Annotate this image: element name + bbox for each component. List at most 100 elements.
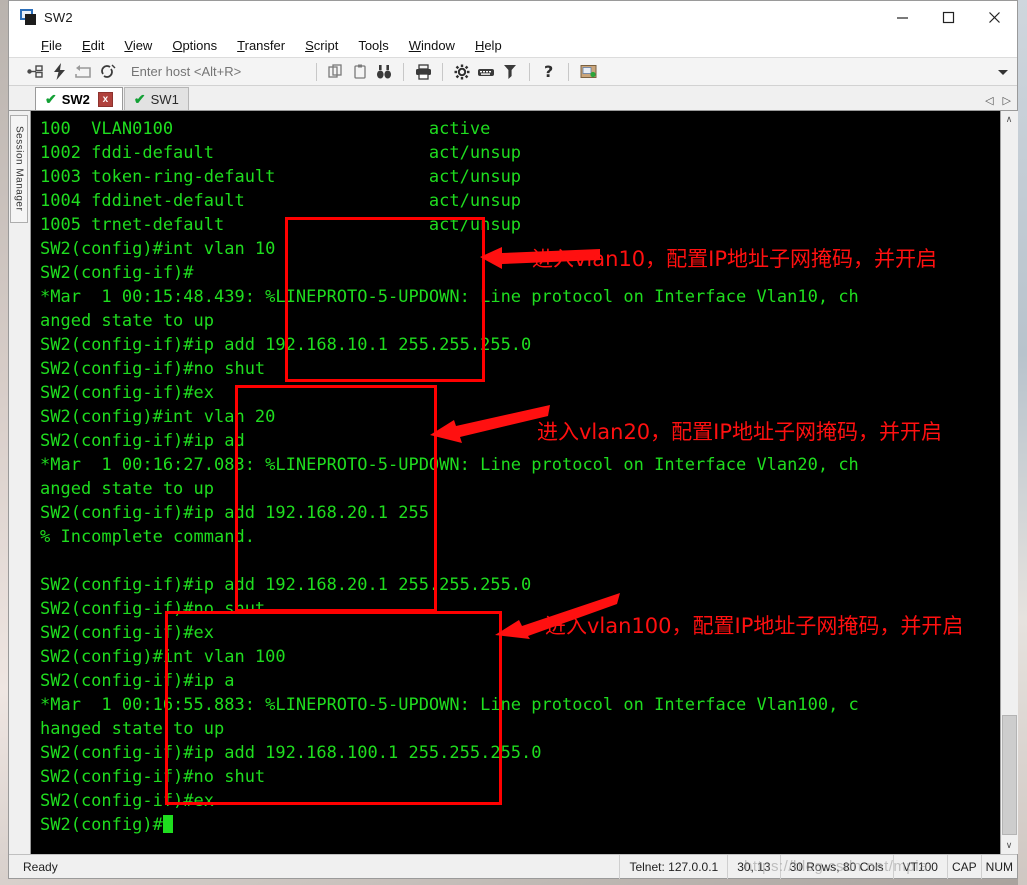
menu-item-help[interactable]: Help: [465, 36, 512, 55]
maximize-icon[interactable]: [925, 1, 971, 34]
menu-item-options-rest: ptions: [182, 38, 218, 53]
session-manager-tab[interactable]: Session Manager: [9, 111, 31, 854]
terminal-line: 1004 fddinet-default act/unsup: [40, 191, 522, 211]
tab-nav-prev-icon[interactable]: ◁: [985, 94, 993, 107]
menu-item-tools-rest: s: [382, 38, 389, 53]
terminal-line: SW2(config)#int vlan 20: [40, 407, 276, 427]
status-screen-size: 30 Rows, 80 Cols: [781, 854, 894, 879]
terminal-line: SW2(config-if)#ip ad: [40, 431, 245, 451]
status-caps-lock: CAP: [948, 854, 982, 879]
toolbar-overflow-chevron[interactable]: [997, 58, 1009, 86]
status-connection: Telnet: 127.0.0.1: [619, 854, 729, 879]
terminal-line: *Mar 1 00:16:27.083: %LINEPROTO-5-UPDOWN…: [40, 455, 859, 475]
terminal-scrollbar[interactable]: ∧ ∨: [1000, 111, 1018, 854]
tab-strip: ✔ SW2 x ✔ SW1 ◁ ▷: [9, 86, 1017, 111]
terminal-line: *Mar 1 00:16:55.883: %LINEPROTO-5-UPDOWN…: [40, 695, 859, 715]
host-input[interactable]: [129, 63, 309, 80]
terminal-line: 100 VLAN0100 active: [40, 119, 491, 139]
menu-item-edit[interactable]: Edit: [72, 36, 114, 55]
terminal-line: SW2(config-if)#ex: [40, 791, 214, 811]
session-options-icon[interactable]: [450, 61, 474, 83]
terminal-line: SW2(config-if)#ex: [40, 623, 214, 643]
menu-item-window-rest: indow: [420, 38, 455, 53]
help-icon[interactable]: ?: [537, 61, 561, 83]
disconnect-icon[interactable]: [95, 61, 119, 83]
menu-item-edit-rest: dit: [90, 38, 105, 53]
terminal-line: SW2(config-if)#ip add 192.168.10.1 255.2…: [40, 335, 532, 355]
find-icon[interactable]: [372, 61, 396, 83]
menu-item-file[interactable]: File: [31, 36, 72, 55]
paste-icon[interactable]: [348, 61, 372, 83]
toolbar-separator-4: [529, 62, 530, 81]
tab-connected-icon: ✔: [45, 90, 57, 107]
session-manager-label: Session Manager: [13, 126, 25, 212]
print-icon[interactable]: [411, 61, 435, 83]
scrollbar-track[interactable]: [1000, 128, 1018, 837]
tab-sw2-label: SW2: [61, 91, 90, 107]
status-emulation: VT100: [894, 854, 948, 879]
close-icon[interactable]: [971, 1, 1017, 34]
terminal-line: SW2(config-if)#ip add 192.168.100.1 255.…: [40, 743, 542, 763]
menu-item-options[interactable]: Options: [162, 36, 227, 55]
toolbar-separator-3: [442, 62, 443, 81]
securecrt-app-icon: [20, 9, 36, 25]
terminal-line: SW2(config-if)#no shut: [40, 767, 266, 787]
scrollbar-thumb[interactable]: [1001, 715, 1017, 835]
status-ready: Ready: [23, 859, 58, 874]
tab-close-icon[interactable]: x: [97, 91, 113, 107]
menu-item-transfer-rest: ransfer: [244, 38, 286, 53]
terminal-cursor: [162, 815, 173, 833]
tab-sw1[interactable]: ✔ SW1: [123, 87, 189, 110]
transfer-window-icon[interactable]: [576, 61, 600, 83]
terminal-line: SW2(config)#: [40, 813, 1000, 837]
terminal-line: SW2(config-if)#ip add 192.168.20.1 255: [40, 503, 429, 523]
tab-sw2[interactable]: ✔ SW2 x: [35, 87, 123, 110]
menu-item-help-rest: elp: [484, 38, 502, 53]
copy-icon[interactable]: [324, 61, 348, 83]
terminal-line: anged state to up: [40, 479, 214, 499]
terminal-line: SW2(config)#int vlan 100: [40, 647, 286, 667]
terminal-area: Session Manager 100 VLAN0100 active 1002 …: [9, 111, 1018, 854]
menu-item-script[interactable]: Script: [295, 36, 348, 55]
tab-connected-icon: ✔: [133, 90, 146, 107]
menu-item-view[interactable]: View: [114, 36, 162, 55]
menu-item-view-rest: iew: [132, 38, 153, 53]
terminal-line: 1003 token-ring-default act/unsup: [40, 167, 522, 187]
terminal-line: SW2(config-if)#no shut: [40, 359, 266, 379]
title-bar: SW2: [9, 1, 1017, 34]
svg-text:?: ?: [544, 63, 553, 80]
terminal-line: SW2(config-if)#no shut: [40, 599, 266, 619]
toolbar-separator-1: [316, 62, 317, 81]
terminal-line: SW2(config)#int vlan 10: [40, 239, 276, 259]
minimize-icon[interactable]: [879, 1, 925, 34]
tab-nav-next-icon[interactable]: ▷: [1003, 94, 1011, 107]
terminal-line: SW2(config-if)#: [40, 263, 194, 283]
quick-connect-icon[interactable]: [47, 61, 71, 83]
menu-item-transfer[interactable]: Transfer: [227, 36, 295, 55]
window-controls: [879, 1, 1017, 34]
menu-item-window[interactable]: Window: [399, 36, 465, 55]
keymap-editor-icon[interactable]: [474, 61, 498, 83]
status-cursor-position: 30, 13: [728, 854, 781, 879]
scroll-up-icon[interactable]: ∧: [1000, 111, 1018, 128]
securecrt-window: SW2 File Edit View Options Transfer Scri…: [8, 0, 1018, 879]
key-icon[interactable]: [498, 61, 522, 83]
menu-item-tools[interactable]: Tools: [348, 36, 398, 55]
menu-bar: File Edit View Options Transfer Script T…: [9, 34, 1017, 58]
new-session-icon[interactable]: [23, 61, 47, 83]
scroll-down-icon[interactable]: ∨: [1000, 837, 1018, 854]
terminal-line: 1005 trnet-default act/unsup: [40, 215, 522, 235]
status-bar: Ready Telnet: 127.0.0.1 30, 13 30 Rows, …: [9, 854, 1017, 879]
tab-nav: ◁ ▷: [985, 94, 1011, 107]
menu-item-script-rest: cript: [313, 38, 339, 53]
terminal-line: *Mar 1 00:15:48.439: %LINEPROTO-5-UPDOWN…: [40, 287, 859, 307]
terminal-text: 100 VLAN0100 active 1002 fddi-default act…: [40, 117, 1000, 837]
terminal-screen[interactable]: 100 VLAN0100 active 1002 fddi-default act…: [31, 111, 1000, 854]
toolbar-separator-5: [568, 62, 569, 81]
terminal-line: SW2(config-if)#ip a: [40, 671, 235, 691]
tab-sw1-label: SW1: [150, 91, 179, 107]
terminal-line: % Incomplete command.: [40, 527, 255, 547]
toolbar-separator-2: [403, 62, 404, 81]
reconnect-icon[interactable]: [71, 61, 95, 83]
